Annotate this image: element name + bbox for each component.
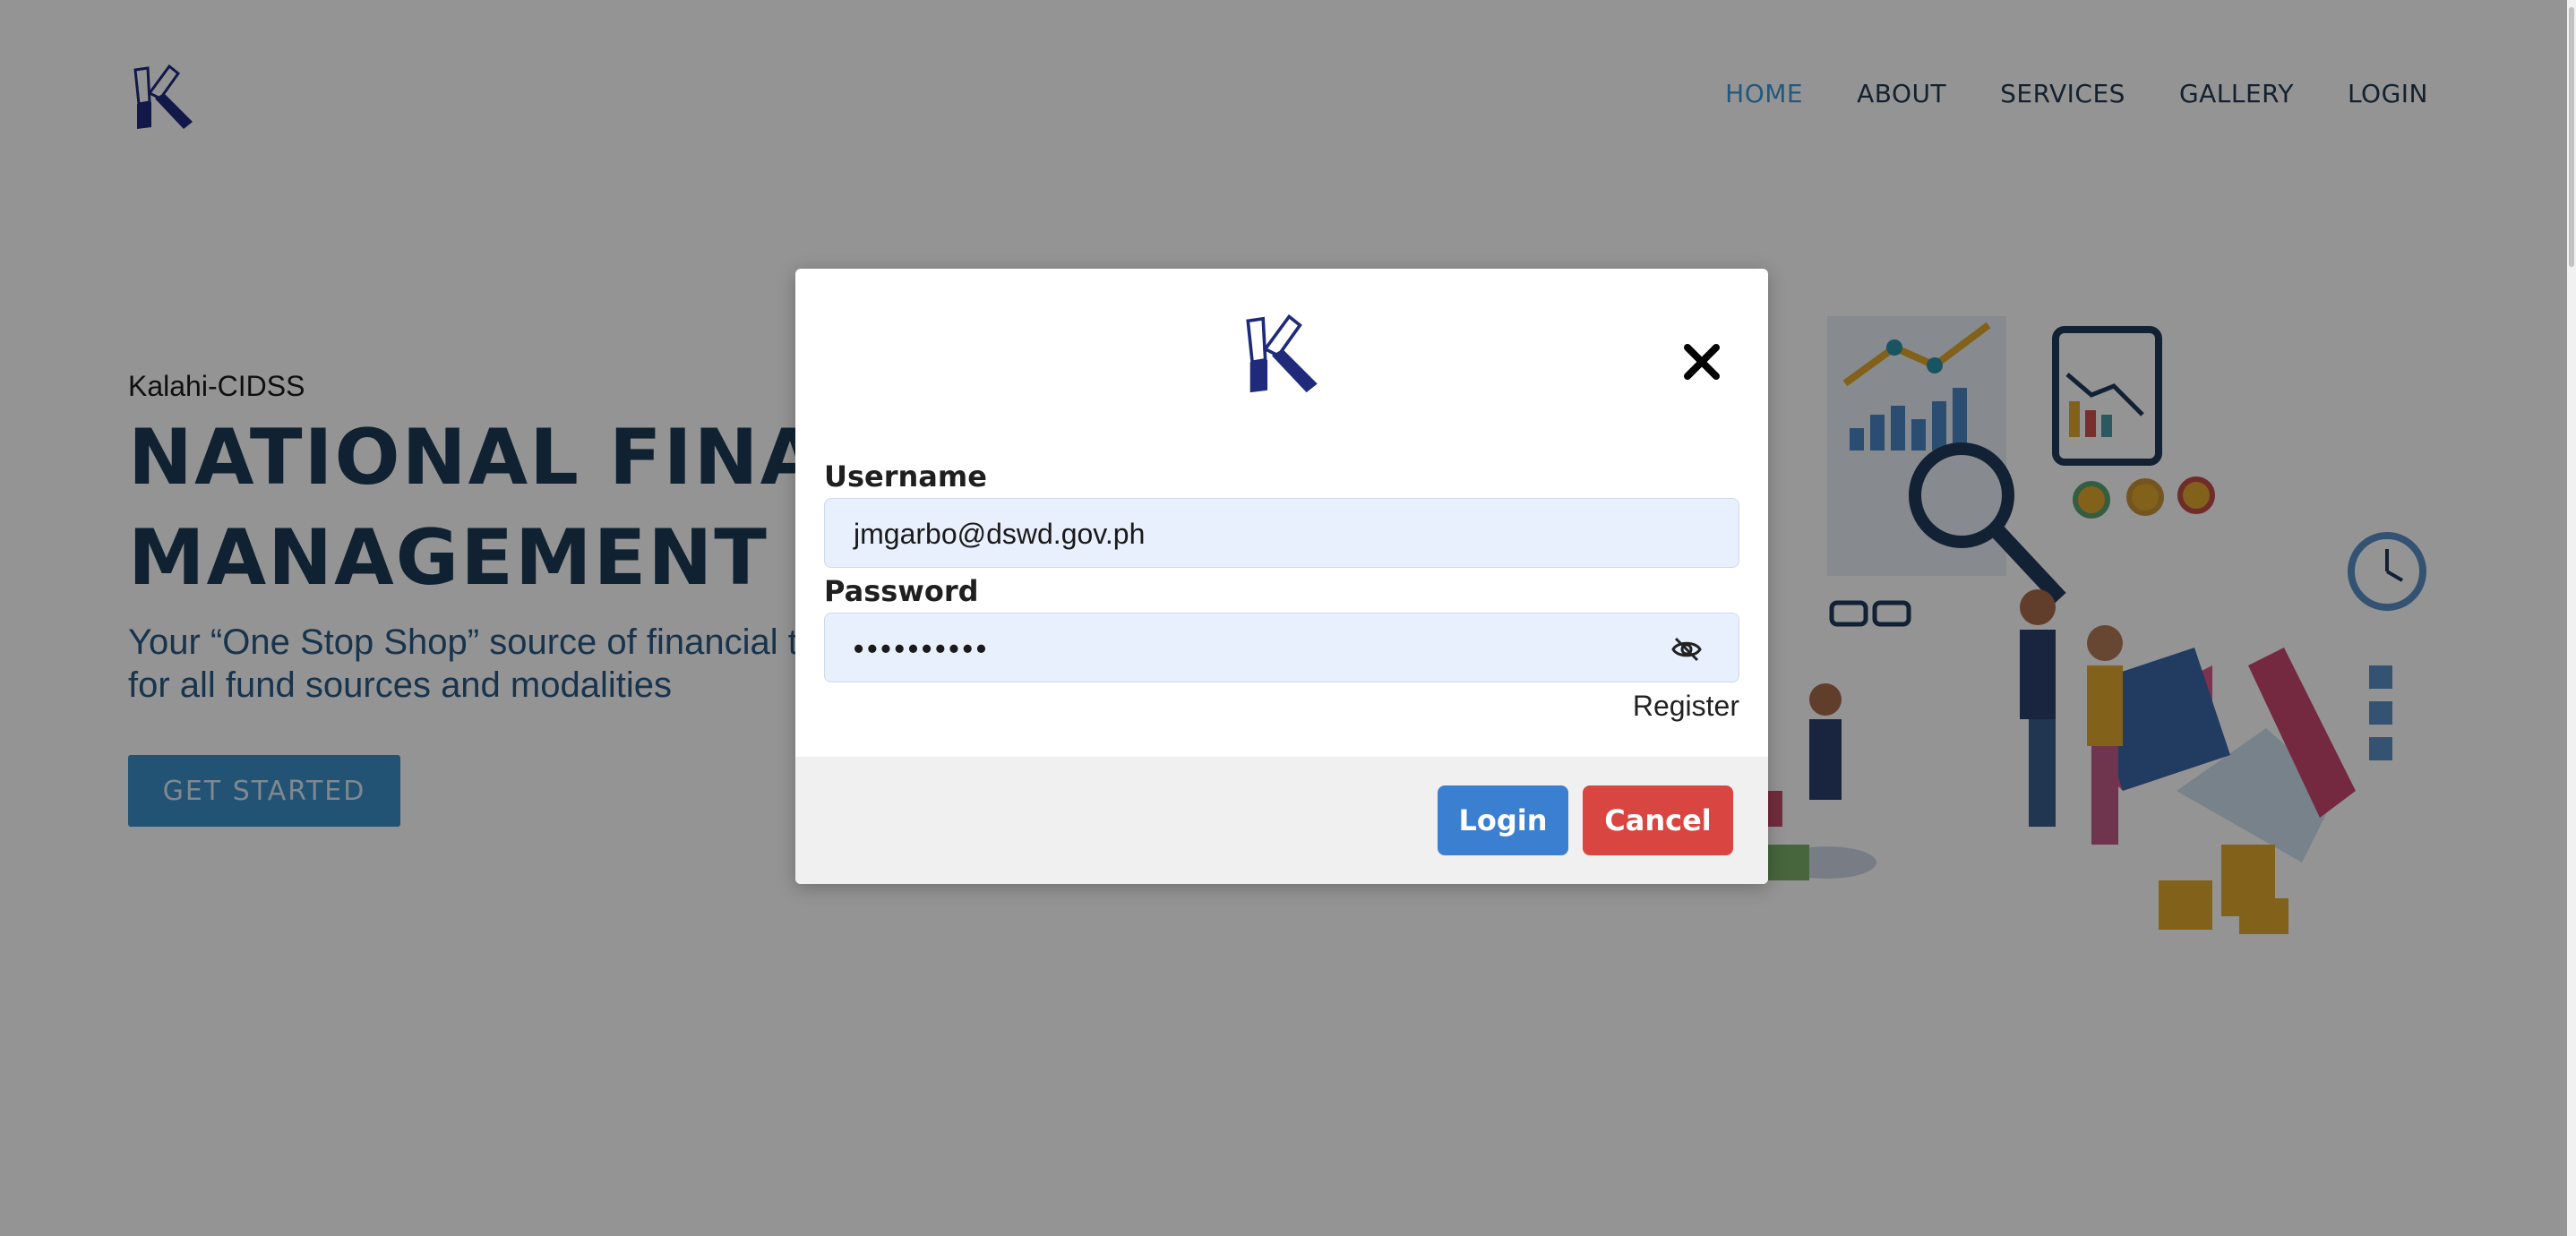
cancel-button[interactable]: Cancel [1583,785,1733,855]
kalahi-logo [1246,313,1318,393]
password-value: •••••••••• [854,632,991,665]
username-label: Username [824,459,987,494]
modal-footer: Login Cancel [795,757,1768,884]
username-value: jmgarbo@dswd.gov.ph [854,518,1146,550]
register-link[interactable]: Register [1633,690,1739,723]
password-field[interactable]: •••••••••• [824,613,1739,682]
scrollbar-thumb[interactable] [2569,7,2574,267]
password-label: Password [824,574,979,608]
page-scrollbar[interactable] [2567,0,2576,1236]
close-icon[interactable] [1682,342,1722,382]
login-modal: Username jmgarbo@dswd.gov.ph Password ••… [795,269,1768,884]
eye-off-icon[interactable] [1670,633,1703,665]
username-field[interactable]: jmgarbo@dswd.gov.ph [824,498,1739,568]
login-button[interactable]: Login [1438,785,1568,855]
